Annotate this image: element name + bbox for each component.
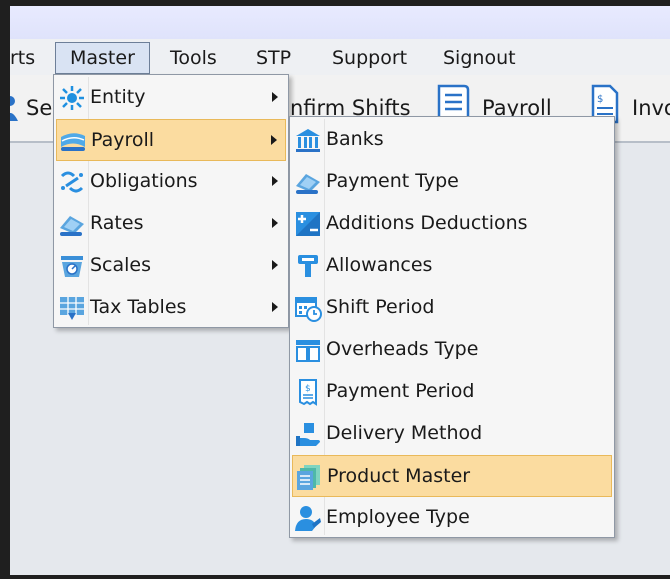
menu-item-label: Obligations — [90, 170, 198, 192]
allowances-icon — [298, 255, 318, 277]
submenu-item-label: Banks — [326, 128, 384, 150]
menu-item-label: Entity — [90, 86, 146, 108]
overheads-icon — [296, 340, 320, 362]
submenu-item-label: Payment Type — [326, 170, 459, 192]
entity-icon — [60, 86, 84, 110]
bank-icon — [296, 129, 320, 152]
menu-item-label: Payroll — [91, 129, 155, 151]
submenu-arrow-icon — [271, 135, 277, 145]
menu-master[interactable]: Master — [55, 42, 150, 74]
submenu-item-label: Additions Deductions — [326, 212, 528, 234]
payment-type-icon — [296, 174, 320, 194]
tax-tables-icon — [60, 297, 84, 320]
submenu-item-banks[interactable]: Banks — [292, 119, 612, 159]
submenu-arrow-icon — [272, 260, 278, 270]
submenu-item-label: Allowances — [326, 254, 433, 276]
payroll-icon — [61, 133, 85, 151]
menu-item-entity[interactable]: Entity — [56, 77, 286, 117]
svg-text:$: $ — [305, 384, 311, 394]
submenu-item-delivery-method[interactable]: Delivery Method — [292, 413, 612, 453]
menu-item-label: Scales — [90, 254, 152, 276]
menu-reports[interactable]: rts — [10, 45, 35, 71]
submenu-item-overheads-type[interactable]: Overheads Type — [292, 329, 612, 369]
menu-support[interactable]: Support — [332, 45, 407, 71]
rates-icon — [60, 216, 84, 236]
product-master-icon — [297, 465, 320, 490]
app-window: rts Master Tools STP Support Signout Se … — [10, 6, 670, 575]
menu-bar: rts Master Tools STP Support Signout — [10, 39, 670, 75]
person-icon — [10, 96, 18, 121]
toolbar-label-invoice: Invo — [632, 96, 670, 120]
title-bar — [10, 6, 670, 39]
payroll-submenu-dropdown: Banks Payment Type Additions Deductions — [289, 116, 615, 538]
submenu-item-payment-type[interactable]: Payment Type — [292, 161, 612, 201]
scales-icon — [61, 256, 83, 277]
master-menu-dropdown: Entity Payroll Obligations Rates Scales … — [53, 74, 289, 328]
submenu-item-allowances[interactable]: Allowances — [292, 245, 612, 285]
calendar-clock-icon — [295, 297, 322, 322]
payslip-icon: $ — [299, 379, 317, 406]
menu-signout[interactable]: Signout — [443, 45, 516, 71]
employee-icon — [295, 506, 321, 531]
submenu-item-shift-period[interactable]: Shift Period — [292, 287, 612, 327]
menu-item-obligations[interactable]: Obligations — [56, 161, 286, 201]
obligations-icon — [60, 171, 84, 193]
submenu-item-product-master[interactable]: Product Master — [292, 455, 612, 497]
submenu-arrow-icon — [272, 302, 278, 312]
menu-item-scales[interactable]: Scales — [56, 245, 286, 285]
submenu-item-label: Shift Period — [326, 296, 435, 318]
submenu-item-label: Delivery Method — [326, 422, 483, 444]
menu-stp[interactable]: STP — [256, 45, 291, 71]
submenu-item-additions-deductions[interactable]: Additions Deductions — [292, 203, 612, 243]
submenu-item-label: Product Master — [327, 465, 471, 487]
submenu-item-employee-type[interactable]: Employee Type — [292, 497, 612, 537]
submenu-item-label: Employee Type — [326, 506, 470, 528]
svg-text:$: $ — [597, 94, 603, 105]
menu-item-rates[interactable]: Rates — [56, 203, 286, 243]
plus-minus-icon — [296, 212, 320, 236]
menu-item-tax-tables[interactable]: Tax Tables — [56, 287, 286, 327]
submenu-arrow-icon — [272, 176, 278, 186]
menu-tools[interactable]: Tools — [170, 45, 217, 71]
menu-item-label: Tax Tables — [90, 296, 187, 318]
delivery-icon — [296, 423, 320, 446]
menu-item-label: Rates — [90, 212, 144, 234]
submenu-arrow-icon — [272, 92, 278, 102]
menu-item-payroll[interactable]: Payroll — [56, 119, 286, 161]
submenu-item-payment-period[interactable]: $ Payment Period — [292, 371, 612, 411]
toolbar-label-search: Se — [26, 96, 53, 120]
submenu-item-label: Payment Period — [326, 380, 475, 402]
submenu-arrow-icon — [272, 218, 278, 228]
submenu-item-label: Overheads Type — [326, 338, 479, 360]
